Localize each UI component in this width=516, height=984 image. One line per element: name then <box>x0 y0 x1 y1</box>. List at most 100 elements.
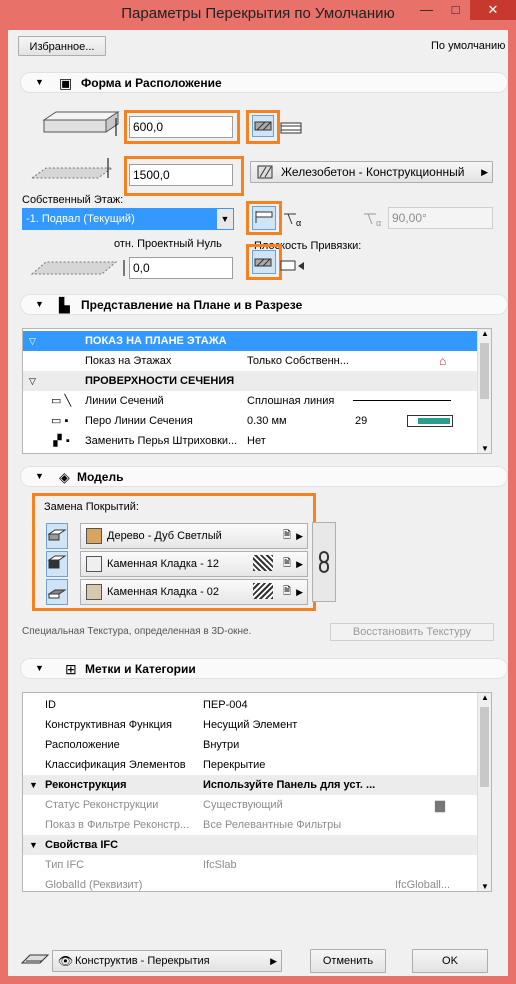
row-name: Тип IFC <box>45 859 85 871</box>
story-display-icon: ⌂ <box>439 354 447 368</box>
thickness-input[interactable]: 600,0 <box>129 116 233 138</box>
material-override-top[interactable]: Дерево - Дуб Светлый 🗎 ▶ <box>80 523 308 549</box>
composite-structure-icon[interactable] <box>280 122 302 134</box>
row-name: Реконструкция <box>45 779 127 791</box>
link-chain-button[interactable] <box>312 522 336 602</box>
row-value[interactable]: Несущий Элемент <box>203 715 297 735</box>
scroll-thumb[interactable] <box>480 343 489 399</box>
table-row[interactable]: ▭ ▪ Перо Линии Сечения 0.30 мм 29 <box>23 411 491 431</box>
scroll-thumb[interactable] <box>480 707 489 787</box>
group-triangle-icon[interactable]: ▼ <box>29 835 38 855</box>
table-row[interactable]: Расположение Внутри <box>23 735 491 755</box>
collapse-triangle-icon[interactable]: ▼ <box>35 299 44 309</box>
plan-table-scrollbar[interactable]: ▲ ▼ <box>477 329 491 453</box>
plan-section-header[interactable]: ▼ ▙ Представление на Плане и в Разрезе <box>20 294 508 315</box>
offset-input[interactable]: 1500,0 <box>129 164 233 186</box>
collapse-triangle-icon[interactable]: ▼ <box>35 77 44 87</box>
scroll-down-icon[interactable]: ▼ <box>478 444 491 453</box>
eye-icon: 👁 <box>58 954 74 968</box>
table-row[interactable]: ▼ Свойства IFC <box>23 835 491 855</box>
row-value: 0.30 мм <box>247 415 287 427</box>
row-value[interactable]: Перекрытие <box>203 755 265 775</box>
row-value[interactable]: ПЕР-004 <box>203 695 248 715</box>
plan-settings-table: ▽ ПОКАЗ НА ПЛАНЕ ЭТАЖА Показ на Этажах Т… <box>22 328 492 454</box>
table-row[interactable]: Показ в Фильтре Реконстр... Все Релевантн… <box>23 815 491 835</box>
row-value: Используйте Панель для уст. ... <box>203 779 376 791</box>
material-swatch <box>86 556 102 572</box>
row-value: Сплошная линия <box>247 395 335 407</box>
edge-surface-toggle[interactable] <box>46 551 68 577</box>
row-value[interactable]: Внутри <box>203 735 239 755</box>
table-row[interactable]: Классификация Элементов Перекрытие <box>23 755 491 775</box>
material-settings-icon[interactable]: 🗎 <box>283 524 291 548</box>
close-button[interactable]: ✕ <box>470 0 516 20</box>
row-name: ПРОВЕРХНОСТИ СЕЧЕНИЯ <box>85 375 235 387</box>
group-triangle-icon[interactable]: ▼ <box>29 775 38 795</box>
table-row[interactable]: ▽ ПОКАЗ НА ПЛАНЕ ЭТАЖА <box>23 331 491 351</box>
chevron-right-icon[interactable]: ▶ <box>296 552 303 576</box>
table-row[interactable]: Показ на Этажах Только Собственн... ⌂ <box>23 351 491 371</box>
plan-section-icon: ▙ <box>59 297 70 313</box>
relative-zero-label: отн. Проектный Нуль <box>114 238 222 250</box>
ok-button[interactable]: OK <box>412 949 488 973</box>
pen-color-swatch[interactable] <box>407 415 453 427</box>
reference-plane-core-icon[interactable] <box>280 258 306 274</box>
reference-plane-button[interactable] <box>252 250 276 274</box>
chevron-right-icon[interactable]: ▶ <box>296 580 303 604</box>
override-pens-icon: ▗▘▪ <box>49 435 70 447</box>
table-row[interactable]: Тип IFC IfcSlab <box>23 855 491 875</box>
home-story-value: -1. Подвал (Текущий) <box>26 213 135 225</box>
model-section-header[interactable]: ▼ ◈ Модель <box>20 466 508 487</box>
home-story-select[interactable]: -1. Подвал (Текущий) ▼ <box>22 208 234 230</box>
geometry-section-header[interactable]: ▼ ▣ Форма и Расположение <box>20 72 508 93</box>
chevron-right-icon[interactable]: ▶ <box>296 524 303 548</box>
slab-thickness-icon <box>42 111 120 136</box>
table-row[interactable]: ▼ Реконструкция Используйте Панель для уст… <box>23 775 491 795</box>
table-row[interactable]: Конструктивная Функция Несущий Элемент <box>23 715 491 735</box>
table-row[interactable]: Статус Реконструкции Существующий ▆ <box>23 795 491 815</box>
top-surface-toggle[interactable] <box>46 523 68 549</box>
slab-geometry-icon: ▣ <box>59 75 73 91</box>
tags-table: ID ПЕР-004 Конструктивная Функция Несущий … <box>22 692 492 892</box>
table-row[interactable]: ▗▘▪ Заменить Перья Штриховки... Нет <box>23 431 491 451</box>
layer-name: Конструктив - Перекрытия <box>75 955 210 967</box>
chevron-right-icon: ▶ <box>270 956 277 966</box>
cancel-button[interactable]: Отменить <box>310 949 386 973</box>
row-name: ПОКАЗ НА ПЛАНЕ ЭТАЖА <box>85 335 227 347</box>
material-settings-icon[interactable]: 🗎 <box>283 552 291 576</box>
chevron-down-icon[interactable]: ▼ <box>217 209 233 229</box>
bottom-surface-toggle[interactable] <box>46 579 68 605</box>
material-override-edge[interactable]: Каменная Кладка - 12 🗎 ▶ <box>80 551 308 577</box>
material-settings-icon[interactable]: 🗎 <box>283 580 291 604</box>
top-anchor-button[interactable] <box>252 206 276 230</box>
angle-input[interactable]: 90,00° <box>388 207 493 229</box>
tags-table-scrollbar[interactable]: ▲ ▼ <box>477 693 491 891</box>
scroll-up-icon[interactable]: ▲ <box>478 329 491 338</box>
table-row[interactable]: ▽ ПРОВЕРХНОСТИ СЕЧЕНИЯ <box>23 371 491 391</box>
texture-note: Специальная Текстура, определенная в 3D-… <box>22 626 252 637</box>
row-name: Показ в Фильтре Реконстр... <box>45 819 190 831</box>
table-row[interactable]: ID ПЕР-004 <box>23 695 491 715</box>
group-triangle-icon[interactable]: ▽ <box>29 371 36 391</box>
minimize-button[interactable]: — <box>412 0 441 20</box>
dialog-panel: Избранное... По умолчанию ▼ ▣ Форма и Ра… <box>8 30 508 976</box>
relative-zero-input[interactable]: 0,0 <box>129 257 233 279</box>
row-value: Нет <box>247 435 266 447</box>
table-row[interactable]: ▭ ╲ Линии Сечений Сплошная линия <box>23 391 491 411</box>
maximize-button[interactable]: □ <box>441 0 470 20</box>
scroll-up-icon[interactable]: ▲ <box>478 693 491 702</box>
material-swatch <box>86 528 102 544</box>
plan-section-title: Представление на Плане и в Разрезе <box>81 298 303 312</box>
collapse-triangle-icon[interactable]: ▼ <box>35 663 44 673</box>
collapse-triangle-icon[interactable]: ▼ <box>35 471 44 481</box>
table-row[interactable]: GlobalId (Реквизит) IfcGloball... <box>23 875 491 891</box>
tags-section-header[interactable]: ▼ ⊞ Метки и Категории <box>20 658 508 679</box>
restore-texture-button[interactable]: Восстановить Текстуру <box>330 623 494 641</box>
favorites-button[interactable]: Избранное... <box>18 36 106 56</box>
layer-select-button[interactable]: 👁 Конструктив - Перекрытия ▶ <box>52 950 282 972</box>
group-triangle-icon[interactable]: ▽ <box>29 331 36 351</box>
basic-structure-button[interactable] <box>252 115 274 137</box>
material-button[interactable]: Железобетон - Конструкционный ▶ <box>250 161 493 183</box>
material-override-bottom[interactable]: Каменная Кладка - 02 🗎 ▶ <box>80 579 308 605</box>
scroll-down-icon[interactable]: ▼ <box>478 882 491 891</box>
